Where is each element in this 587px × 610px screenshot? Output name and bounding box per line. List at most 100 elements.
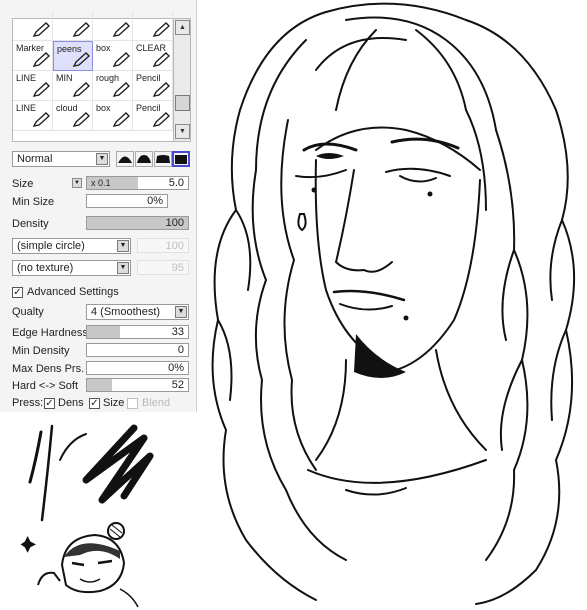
brush-tool-panel: Marker peens box CLEAR LINE MIN rough Pencil LIN…: [0, 0, 197, 412]
pressure-blend-label: Blend: [142, 397, 171, 409]
pen-icon: [72, 52, 90, 67]
min-size-label: Min Size: [12, 196, 55, 208]
brush-grid-scrollbar[interactable]: ▲ ▼: [173, 18, 191, 142]
brush-slot[interactable]: cloud: [53, 101, 93, 131]
scroll-thumb[interactable]: [175, 95, 190, 111]
chevron-down-icon: ▼: [96, 153, 108, 165]
scroll-down-icon[interactable]: ▼: [175, 124, 190, 139]
pen-icon: [152, 52, 170, 67]
brush-slot[interactable]: Pencil: [133, 71, 173, 101]
brush-slot[interactable]: CLEAR: [133, 41, 173, 71]
scroll-up-icon[interactable]: ▲: [175, 20, 190, 35]
brush-edge-soft-button[interactable]: [116, 151, 134, 167]
brush-slot[interactable]: LINE: [13, 71, 53, 101]
brush-slot[interactable]: [13, 11, 53, 41]
pen-icon: [72, 22, 90, 37]
min-density-value: 0: [177, 344, 184, 356]
pen-icon: [112, 112, 130, 127]
pen-icon: [32, 22, 50, 37]
edge-hardness-label: Edge Hardness: [12, 327, 88, 339]
brush-grid: Marker peens box CLEAR LINE MIN rough Pencil LIN…: [12, 11, 174, 142]
brush-slot[interactable]: Marker: [13, 41, 53, 71]
blend-mode-value: Normal: [17, 153, 53, 165]
size-multiplier: x 0.1: [91, 178, 111, 188]
max-dens-prs-label: Max Dens Prs.: [12, 363, 85, 375]
chevron-down-icon: ▼: [175, 306, 187, 318]
min-density-label: Min Density: [12, 345, 70, 357]
brush-slot-label: box: [96, 43, 111, 53]
hard-soft-label: Hard <-> Soft: [12, 380, 79, 392]
hard-soft-value: 52: [171, 379, 184, 391]
hard-soft-slider-fill: [87, 379, 113, 391]
chevron-down-icon: ▼: [117, 262, 129, 274]
brush-slot[interactable]: box: [93, 101, 133, 131]
brush-shape-amount: 100: [137, 238, 189, 253]
advanced-settings-label: Advanced Settings: [27, 286, 119, 298]
pen-icon: [152, 112, 170, 127]
brush-texture-amount: 95: [137, 260, 189, 275]
pressure-density-checkbox[interactable]: ✓: [44, 398, 55, 409]
quality-select[interactable]: 4 (Smoothest) ▼: [86, 304, 189, 320]
brush-slot[interactable]: box: [93, 41, 133, 71]
pen-icon: [112, 22, 130, 37]
density-label: Density: [12, 218, 49, 230]
pen-icon: [32, 52, 50, 67]
brush-slot[interactable]: [133, 11, 173, 41]
brush-slot[interactable]: Pencil: [133, 101, 173, 131]
pen-icon: [112, 82, 130, 97]
brush-shape-amount-value: 100: [165, 240, 184, 252]
brush-slot[interactable]: LINE: [13, 101, 53, 131]
line-art-portrait: [211, 2, 576, 605]
pen-icon: [32, 82, 50, 97]
pressure-label: Press:: [12, 397, 44, 409]
pressure-size-label: Size: [103, 397, 125, 409]
density-slider[interactable]: 100: [86, 216, 189, 230]
size-value: 5.0: [168, 177, 184, 189]
brush-edge-medium-icon: [137, 155, 151, 163]
brush-slot[interactable]: [93, 11, 133, 41]
min-size-slider[interactable]: 0%: [86, 194, 168, 208]
pressure-size-checkbox[interactable]: ✓: [89, 398, 100, 409]
brush-edge-soft-icon: [118, 156, 132, 163]
min-density-slider[interactable]: 0: [86, 343, 189, 357]
brush-texture-amount-value: 95: [171, 262, 184, 274]
hard-soft-slider[interactable]: 52: [86, 378, 189, 392]
brush-slot[interactable]: [53, 11, 93, 41]
pressure-density-label: Dens: [58, 397, 84, 409]
density-value: 100: [165, 217, 184, 229]
quality-value: 4 (Smoothest): [91, 306, 161, 318]
edge-hardness-slider[interactable]: 33: [86, 325, 189, 339]
brush-edge-hard-button[interactable]: [154, 151, 172, 167]
pressure-blend-checkbox: [127, 398, 138, 409]
size-slider[interactable]: x 0.1 5.0: [86, 176, 189, 190]
brush-edge-square-button[interactable]: [172, 151, 190, 167]
max-dens-prs-slider[interactable]: 0%: [86, 361, 189, 375]
brush-edge-medium-button[interactable]: [135, 151, 153, 167]
chibi-sketch: [20, 522, 139, 608]
brush-slot-label: box: [96, 103, 111, 113]
brush-shape-select[interactable]: (simple circle) ▼: [12, 238, 131, 254]
brush-edge-square-icon: [175, 155, 187, 164]
size-label: Size: [12, 178, 34, 190]
brush-slot[interactable]: MIN: [53, 71, 93, 101]
size-range-chevron-icon[interactable]: ▼: [72, 178, 82, 188]
advanced-settings-checkbox[interactable]: ✓: [12, 287, 23, 298]
brush-stroke-samples: [28, 424, 154, 522]
pen-icon: [152, 82, 170, 97]
edge-hardness-slider-fill: [87, 326, 121, 338]
quality-label: Qualty: [12, 306, 44, 318]
brush-slot-label: MIN: [56, 73, 73, 83]
brush-slot[interactable]: peens: [53, 41, 93, 71]
chevron-down-icon: ▼: [117, 240, 129, 252]
pen-icon: [72, 112, 90, 127]
pen-icon: [72, 82, 90, 97]
max-dens-prs-value: 0%: [168, 362, 184, 374]
brush-texture-select[interactable]: (no texture) ▼: [12, 260, 131, 276]
brush-texture-value: (no texture): [17, 262, 74, 274]
brush-edge-hard-icon: [156, 155, 170, 163]
blend-mode-select[interactable]: Normal ▼: [12, 151, 110, 167]
pen-icon: [112, 52, 130, 67]
brush-slot[interactable]: rough: [93, 71, 133, 101]
brush-shape-value: (simple circle): [17, 240, 85, 252]
pen-icon: [152, 22, 170, 37]
